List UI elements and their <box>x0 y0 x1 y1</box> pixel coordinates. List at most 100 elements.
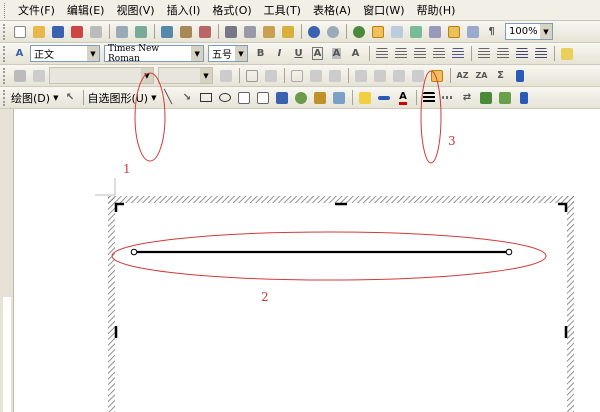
toolbar-grip[interactable] <box>3 45 7 62</box>
zoom-select[interactable]: 100% ▼ <box>505 23 553 40</box>
format-painter-icon[interactable] <box>279 23 296 40</box>
clipart-icon[interactable] <box>311 89 328 106</box>
style-select[interactable]: 正文 ▼ <box>30 45 100 62</box>
textbox-tool-icon[interactable] <box>235 89 252 106</box>
char-shading-button[interactable]: A <box>328 45 345 62</box>
copy-icon[interactable] <box>241 23 258 40</box>
menu-format[interactable]: 格式(O) <box>206 2 257 18</box>
toolbar-grip[interactable] <box>3 23 7 40</box>
3d-style-icon[interactable] <box>496 89 513 106</box>
char-scale-button[interactable]: A <box>347 45 364 62</box>
autosum-icon[interactable]: Σ <box>492 67 509 84</box>
align-left-icon[interactable] <box>373 45 390 62</box>
justify-icon[interactable] <box>430 45 447 62</box>
line-weight-select[interactable]: ▼ <box>158 67 213 84</box>
save-icon[interactable] <box>49 23 66 40</box>
bullets-icon[interactable] <box>494 45 511 62</box>
chevron-down-icon[interactable]: ▼ <box>87 46 99 61</box>
chevron-down-icon[interactable]: ▼ <box>53 94 58 102</box>
table-autoformat-icon[interactable] <box>409 67 426 84</box>
arrow-style-icon[interactable]: ⇄ <box>458 89 475 106</box>
tables-borders-icon[interactable] <box>369 23 386 40</box>
insert-table-icon[interactable] <box>288 67 305 84</box>
font-size-select[interactable]: 五号 ▼ <box>208 45 248 62</box>
menu-file[interactable]: 文件(F) <box>12 2 61 18</box>
hyperlink-icon[interactable] <box>350 23 367 40</box>
autoshapes-menu-button[interactable]: 自选图形(U) <box>87 90 148 106</box>
menu-table[interactable]: 表格(A) <box>307 2 357 18</box>
menu-view[interactable]: 视图(V) <box>110 2 160 18</box>
open-folder-icon[interactable] <box>30 23 47 40</box>
chevron-down-icon[interactable]: ▼ <box>540 24 552 39</box>
toolbar-options-icon[interactable] <box>511 67 528 84</box>
dictionary-icon[interactable] <box>196 23 213 40</box>
print-preview-icon[interactable] <box>113 23 130 40</box>
redo-icon[interactable] <box>324 23 341 40</box>
spelling-icon[interactable] <box>158 23 175 40</box>
translate-icon[interactable] <box>177 23 194 40</box>
line-style-icon[interactable] <box>420 89 437 106</box>
chevron-down-icon[interactable]: ▼ <box>235 46 247 61</box>
document-map-icon[interactable] <box>464 23 481 40</box>
diagram-icon[interactable] <box>292 89 309 106</box>
bold-button[interactable]: B <box>252 45 269 62</box>
chevron-down-icon[interactable]: ▼ <box>200 68 212 83</box>
new-document-icon[interactable] <box>11 23 28 40</box>
cut-icon[interactable] <box>222 23 239 40</box>
undo-icon[interactable] <box>305 23 322 40</box>
chevron-down-icon[interactable]: ▼ <box>191 46 203 61</box>
permission-icon[interactable] <box>68 23 85 40</box>
char-border-button[interactable]: A <box>309 45 326 62</box>
arrow-tool-icon[interactable]: ↘ <box>178 89 195 106</box>
drawing-icon[interactable] <box>445 23 462 40</box>
fill-color-icon[interactable] <box>356 89 373 106</box>
draw-menu-button[interactable]: 绘图(D) <box>11 90 50 106</box>
wordart-icon[interactable] <box>273 89 290 106</box>
toolbar-options-icon[interactable] <box>515 89 532 106</box>
toolbar-grip[interactable] <box>3 89 7 106</box>
show-hide-icon[interactable]: ¶ <box>483 23 500 40</box>
sort-descending-icon[interactable]: ZA <box>473 67 490 84</box>
underline-button[interactable]: U <box>290 45 307 62</box>
decrease-indent-icon[interactable] <box>513 45 530 62</box>
line-tool-icon[interactable]: ╲ <box>159 89 176 106</box>
oval-tool-icon[interactable] <box>216 89 233 106</box>
border-color-icon[interactable] <box>217 67 234 84</box>
insert-picture-icon[interactable] <box>330 89 347 106</box>
merge-cells-icon[interactable] <box>307 67 324 84</box>
sort-ascending-icon[interactable]: AZ <box>454 67 471 84</box>
toolbar-grip[interactable] <box>3 67 7 84</box>
research-icon[interactable] <box>132 23 149 40</box>
distribute-rows-icon[interactable] <box>371 67 388 84</box>
chevron-down-icon[interactable]: ▼ <box>151 94 156 102</box>
insert-excel-icon[interactable] <box>407 23 424 40</box>
outside-border-icon[interactable] <box>243 67 260 84</box>
highlight-icon[interactable] <box>558 45 575 62</box>
numbering-icon[interactable] <box>475 45 492 62</box>
font-color-button[interactable]: A <box>394 89 411 106</box>
insert-table-icon[interactable] <box>388 23 405 40</box>
menu-grip[interactable] <box>4 2 7 18</box>
document-area[interactable] <box>0 109 600 412</box>
increase-indent-icon[interactable] <box>532 45 549 62</box>
styles-formatting-icon[interactable]: A <box>11 45 28 62</box>
menu-edit[interactable]: 编辑(E) <box>61 2 111 18</box>
menu-help[interactable]: 帮助(H) <box>411 2 462 18</box>
split-cells-icon[interactable] <box>326 67 343 84</box>
italic-button[interactable]: I <box>271 45 288 62</box>
print-icon[interactable] <box>87 23 104 40</box>
shadow-style-icon[interactable] <box>477 89 494 106</box>
line-spacing-icon[interactable] <box>449 45 466 62</box>
menu-tools[interactable]: 工具(T) <box>258 2 307 18</box>
draw-table-icon[interactable] <box>11 67 28 84</box>
menu-insert[interactable]: 插入(I) <box>161 2 207 18</box>
vertical-textbox-icon[interactable] <box>254 89 271 106</box>
chevron-down-icon[interactable]: ▼ <box>141 68 153 83</box>
select-objects-icon[interactable]: ↖ <box>61 89 78 106</box>
align-center-icon[interactable] <box>392 45 409 62</box>
line-style-select[interactable]: ▼ <box>49 67 154 84</box>
align-right-icon[interactable] <box>411 45 428 62</box>
show-gridlines-icon[interactable] <box>428 67 445 84</box>
eraser-icon[interactable] <box>30 67 47 84</box>
shading-color-icon[interactable] <box>262 67 279 84</box>
